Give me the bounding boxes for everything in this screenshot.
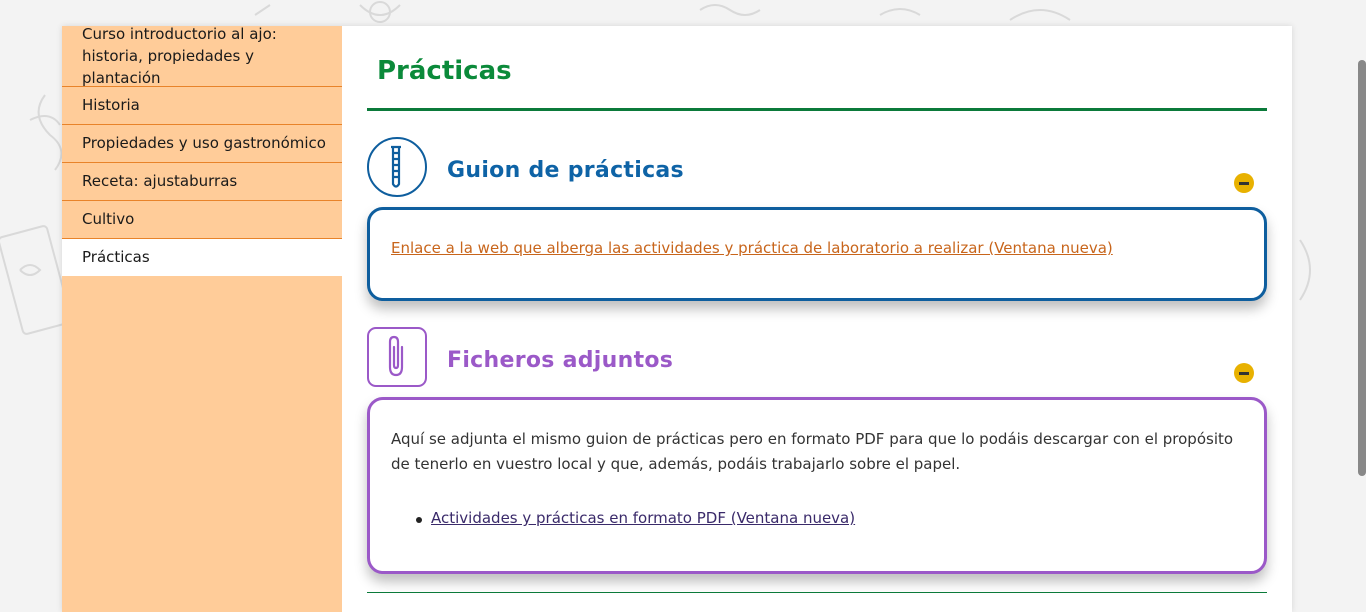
bottom-divider bbox=[367, 592, 1267, 593]
pdf-download-link[interactable]: Actividades y prácticas en formato PDF (… bbox=[431, 509, 855, 527]
adjuntos-content-box: Aquí se adjunta el mismo guion de prácti… bbox=[367, 397, 1267, 574]
page-scrollbar[interactable] bbox=[1358, 60, 1366, 476]
collapse-adjuntos-button[interactable] bbox=[1234, 363, 1254, 383]
sidebar-item-practicas[interactable]: Prácticas bbox=[62, 239, 342, 276]
sidebar-item-label: Receta: ajustaburras bbox=[82, 172, 238, 190]
guion-web-link[interactable]: Enlace a la web que alberga las activida… bbox=[391, 239, 1113, 257]
sidebar-item-receta[interactable]: Receta: ajustaburras bbox=[62, 163, 342, 201]
sidebar-item-historia[interactable]: Historia bbox=[62, 87, 342, 125]
sidebar-item-label: Curso introductorio al ajo: historia, pr… bbox=[82, 26, 277, 87]
page-title: Prácticas bbox=[377, 56, 512, 86]
list-item: Actividades y prácticas en formato PDF (… bbox=[391, 509, 855, 527]
sidebar-item-label: Prácticas bbox=[82, 248, 150, 266]
collapse-guion-button[interactable] bbox=[1234, 173, 1254, 193]
main-content: Prácticas Guion de prácticas Enlace a la… bbox=[342, 26, 1292, 612]
section-heading-adjuntos: Ficheros adjuntos bbox=[447, 348, 674, 373]
sidebar-item-label: Propiedades y uso gastronómico bbox=[82, 134, 326, 152]
test-tube-icon bbox=[367, 137, 427, 197]
paperclip-icon bbox=[367, 327, 427, 387]
title-divider bbox=[367, 108, 1267, 111]
attachments-list: Actividades y prácticas en formato PDF (… bbox=[391, 509, 855, 527]
sidebar-item-propiedades[interactable]: Propiedades y uso gastronómico bbox=[62, 125, 342, 163]
adjuntos-description: Aquí se adjunta el mismo guion de prácti… bbox=[391, 430, 1234, 473]
sidebar-item-label: Historia bbox=[82, 96, 140, 114]
section-heading-guion: Guion de prácticas bbox=[447, 158, 684, 183]
guion-content-box: Enlace a la web que alberga las activida… bbox=[367, 207, 1267, 301]
sidebar-item-label: Cultivo bbox=[82, 210, 135, 228]
sidebar-item-course[interactable]: Curso introductorio al ajo: historia, pr… bbox=[62, 26, 342, 87]
sidebar-nav: Curso introductorio al ajo: historia, pr… bbox=[62, 26, 342, 612]
sidebar-item-cultivo[interactable]: Cultivo bbox=[62, 201, 342, 239]
